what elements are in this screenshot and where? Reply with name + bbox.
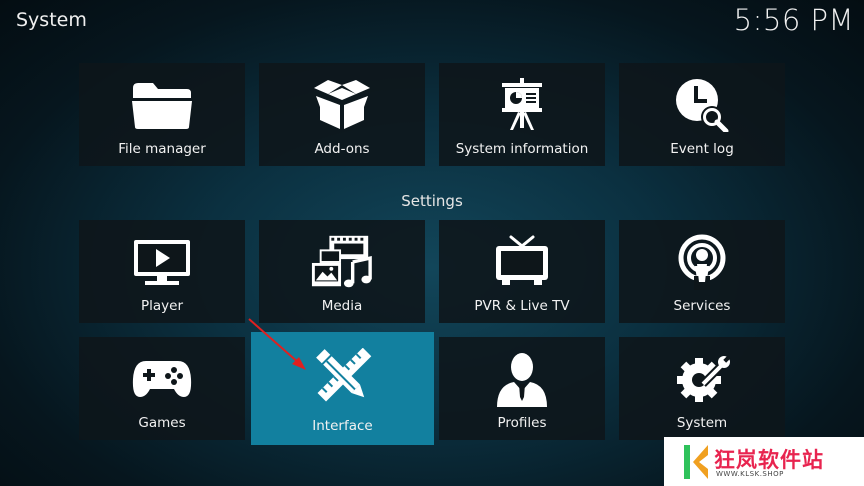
watermark: 狂岚软件站 WWW.KLSK.SHOP [664, 437, 864, 486]
tile-system-information[interactable]: System information [439, 63, 605, 166]
tile-label: Event log [670, 141, 734, 157]
presentation-board-icon [490, 77, 554, 133]
tile-services[interactable]: Services [619, 220, 785, 323]
gear-wrench-icon [670, 351, 734, 407]
tile-label: PVR & Live TV [474, 298, 570, 314]
tile-pvr-live-tv[interactable]: PVR & Live TV [439, 220, 605, 323]
tile-player[interactable]: Player [79, 220, 245, 323]
tile-label: System [676, 415, 728, 431]
annotation-arrow [248, 318, 306, 370]
tile-profiles[interactable]: Profiles [439, 337, 605, 440]
tile-system[interactable]: System [619, 337, 785, 440]
tile-label: System information [455, 141, 589, 157]
tile-label: Player [140, 298, 183, 314]
pencil-ruler-icon [311, 348, 375, 404]
tile-label: Services [673, 298, 731, 314]
tv-antenna-icon [490, 234, 554, 290]
gamepad-icon [130, 351, 194, 407]
open-box-icon [310, 77, 374, 133]
app-title: System [16, 9, 87, 31]
watermark-subtext: WWW.KLSK.SHOP [716, 470, 784, 478]
clock-search-icon [670, 77, 734, 133]
tile-label: Add-ons [314, 141, 370, 157]
tile-file-manager[interactable]: File manager [79, 63, 245, 166]
tile-label: Games [138, 415, 186, 431]
tile-add-ons[interactable]: Add-ons [259, 63, 425, 166]
tile-label: Media [321, 298, 363, 314]
clock: 5:56 PM [733, 3, 854, 37]
user-silhouette-icon [490, 351, 554, 407]
settings-section-title: Settings [401, 192, 463, 210]
podcast-broadcast-icon [670, 234, 734, 290]
tile-label: Profiles [497, 415, 547, 431]
tv-play-icon [130, 234, 194, 290]
watermark-logo [684, 445, 708, 479]
media-filmstrip-music-icon [310, 234, 374, 290]
tile-label: Interface [312, 418, 373, 434]
tile-games[interactable]: Games [79, 337, 245, 440]
tile-media[interactable]: Media [259, 220, 425, 323]
folder-icon [130, 77, 194, 133]
tile-event-log[interactable]: Event log [619, 63, 785, 166]
tile-label: File manager [118, 141, 206, 157]
